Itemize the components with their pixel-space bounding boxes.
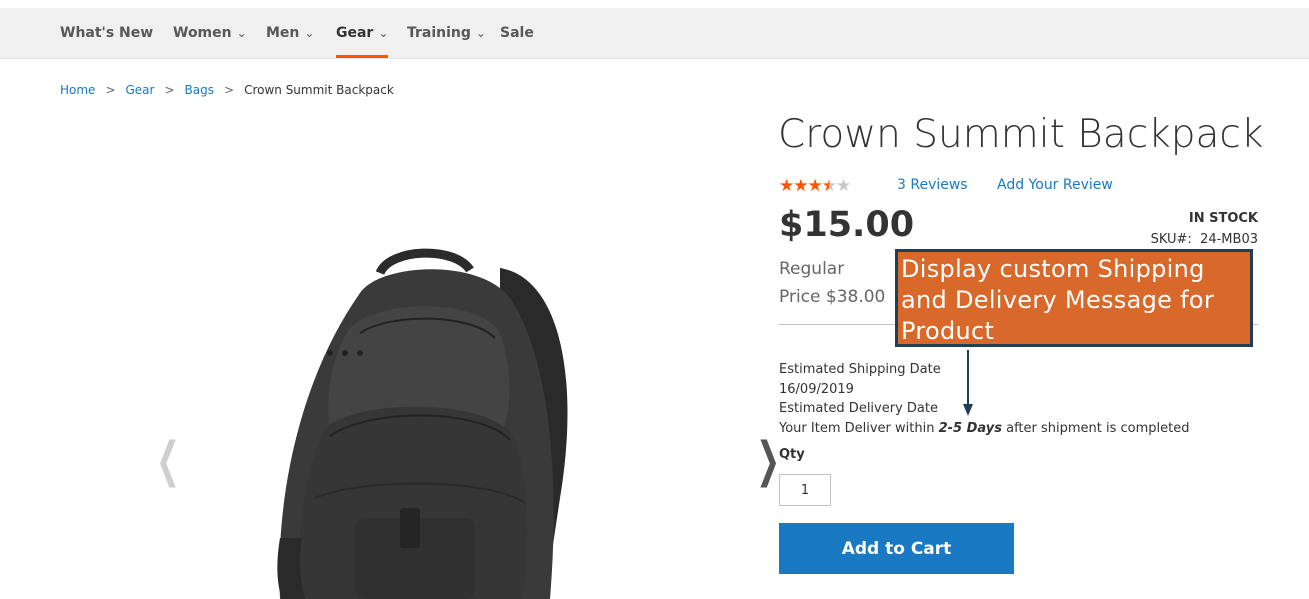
product-title: Crown Summit Backpack [778,112,1264,157]
delivery-message: Your Item Deliver within 2-5 Days after … [779,419,1190,439]
sku-value: 24-MB03 [1200,232,1258,247]
qty-label: Qty [779,447,805,462]
sku-label: SKU#: [1150,232,1192,247]
shipping-date: 16/09/2019 [779,381,854,397]
breadcrumb-separator: > [164,83,175,97]
breadcrumb-separator: > [105,83,116,97]
reviews-link[interactable]: 3 Reviews [897,177,968,193]
regular-price: Regular Price $38.00 [779,255,899,311]
nav-item-sale[interactable]: Sale [500,8,534,58]
chevron-down-icon: ⌄ [378,26,389,40]
nav-item-label: Women [173,25,232,41]
delivery-prefix: Your Item Deliver within [779,420,939,436]
breadcrumb: Home > Gear > Bags > Crown Summit Backpack [60,83,394,97]
stock-status: IN STOCK [1188,211,1258,226]
nav-item-whats-new[interactable]: What's New [60,8,153,58]
annotation-callout: Display custom Shipping and Delivery Mes… [895,249,1253,347]
breadcrumb-current: Crown Summit Backpack [244,83,394,97]
shipping-label: Estimated Shipping Date [779,362,941,377]
nav-item-gear[interactable]: Gear ⌄ [336,8,389,58]
nav-item-label: Sale [500,25,534,41]
add-to-cart-button[interactable]: Add to Cart [779,523,1014,574]
breadcrumb-gear[interactable]: Gear [126,83,155,97]
chevron-down-icon: ⌄ [475,26,486,40]
shipping-info: Estimated Shipping Date 16/09/2019 Estim… [779,360,1190,438]
delivery-label: Estimated Delivery Date [779,401,938,416]
star-icon: ★ [793,176,808,195]
breadcrumb-home[interactable]: Home [60,83,95,97]
product-image [277,248,568,599]
delivery-days: 2-5 Days [938,420,1002,436]
star-icon: ★ [836,176,851,195]
regular-price-value: Price $38.00 [779,287,886,307]
delivery-suffix: after shipment is completed [1001,420,1190,436]
nav-item-women[interactable]: Women ⌄ [173,8,247,58]
nav-item-label: Men [266,25,300,41]
breadcrumb-bags[interactable]: Bags [185,83,214,97]
star-icon: ★ [821,176,837,195]
add-review-link[interactable]: Add Your Review [997,177,1113,193]
breadcrumb-separator: > [224,83,235,97]
gallery-prev-arrow[interactable]: ❮ [156,436,180,484]
gallery-next-arrow[interactable]: ❯ [756,436,780,484]
rating-stars: ★★★★★ [779,176,851,196]
chevron-down-icon: ⌄ [236,26,247,40]
regular-price-label: Regular [779,259,845,279]
product-price: $15.00 [779,205,915,245]
star-icon: ★ [779,176,794,195]
nav-item-label: What's New [60,25,154,41]
nav-item-label: Gear [336,25,374,41]
product-sku: SKU#: 24-MB03 [1151,232,1258,247]
product-gallery: ❮ ❯ [60,118,780,599]
qty-input[interactable] [779,474,831,506]
chevron-down-icon: ⌄ [304,26,315,40]
star-icon: ★ [807,176,823,195]
main-navigation: What's New Women ⌄ Men ⌄ Gear ⌄ Training ⌄ S… [0,8,1309,59]
nav-item-label: Training [407,25,471,41]
nav-item-training[interactable]: Training ⌄ [407,8,486,58]
nav-item-men[interactable]: Men ⌄ [266,8,314,58]
